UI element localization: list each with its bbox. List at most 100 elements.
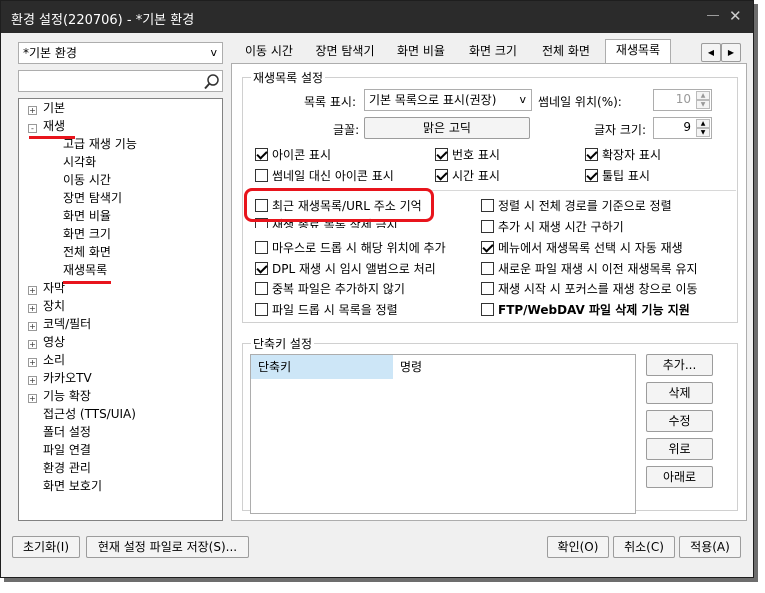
tab-scroll-right-icon[interactable]: ▶: [721, 43, 741, 62]
checkbox-box[interactable]: [481, 241, 494, 254]
checkbox-keep-previous[interactable]: 새로운 파일 재생 시 이전 재생목록 유지: [481, 260, 698, 278]
checkbox-box[interactable]: [435, 148, 448, 161]
chevron-up-icon[interactable]: ▲: [696, 119, 710, 128]
delete-button[interactable]: 삭제: [646, 382, 713, 404]
apply-button[interactable]: 적용(A): [679, 536, 741, 558]
font-button[interactable]: 맑은 고딕: [364, 117, 530, 139]
thumb-pos-stepper[interactable]: 10 ▲ ▼: [653, 89, 712, 111]
tab-aspect-ratio[interactable]: 화면 비율: [385, 41, 457, 63]
save-as-button[interactable]: 현재 설정 파일로 저장(S)...: [86, 536, 249, 558]
chevron-down-icon[interactable]: ▼: [696, 100, 710, 109]
tree-item-extensions[interactable]: 기능 확장: [43, 387, 91, 405]
tree-item-folder-settings[interactable]: 폴더 설정: [43, 423, 91, 441]
tree-item-basic[interactable]: 기본: [43, 99, 65, 117]
checkbox-box[interactable]: [481, 220, 494, 233]
checkbox-show-time[interactable]: 시간 표시: [435, 167, 500, 185]
search-icon[interactable]: [203, 73, 221, 91]
checkbox-focus-on-start[interactable]: 재생 시작 시 포커스를 재생 창으로 이동: [481, 280, 698, 298]
tree-item-accessibility[interactable]: 접근성 (TTS/UIA): [43, 405, 136, 423]
tab-screen-size[interactable]: 화면 크기: [457, 41, 529, 63]
expand-icon[interactable]: +: [28, 394, 37, 403]
checkbox-sort-on-drop[interactable]: 파일 드롭 시 목록을 정렬: [255, 301, 398, 319]
checkbox-box[interactable]: [255, 241, 268, 254]
checkbox-label: 확장자 표시: [602, 148, 662, 162]
tree-item-visualization[interactable]: 시각화: [63, 153, 96, 171]
display-combo[interactable]: 기본 목록으로 표시(권장) v: [364, 89, 532, 111]
tree-item-device[interactable]: 장치: [43, 297, 65, 315]
checkbox-icon-instead-thumb[interactable]: 썸네일 대신 아이콘 표시: [255, 167, 394, 185]
tab-playlist[interactable]: 재생목록: [605, 39, 671, 63]
checkbox-box[interactable]: [481, 282, 494, 295]
shortcut-list[interactable]: 단축키 명령: [250, 354, 636, 514]
expand-icon[interactable]: +: [28, 286, 37, 295]
title-bar[interactable]: 환경 설정(220706) - *기본 환경 ― ✕: [1, 1, 753, 33]
search-input[interactable]: [18, 70, 223, 92]
expand-icon[interactable]: +: [28, 106, 37, 115]
settings-tree[interactable]: + 기본 - 재생 고급 재생 기능 시각화 이동 시간 장면 탐색기 화면 비…: [18, 98, 223, 521]
checkbox-show-extension[interactable]: 확장자 표시: [585, 146, 661, 164]
checkbox-box[interactable]: [255, 262, 268, 275]
checkbox-box[interactable]: [481, 303, 494, 316]
tab-scroll-left-icon[interactable]: ◀: [701, 43, 721, 62]
tree-item-playback[interactable]: 재생: [43, 117, 65, 135]
chevron-up-icon[interactable]: ▲: [696, 91, 710, 100]
expand-icon[interactable]: +: [28, 376, 37, 385]
tree-item-audio[interactable]: 소리: [43, 351, 65, 369]
checkbox-drop-at-position[interactable]: 마우스로 드롭 시 해당 위치에 추가: [255, 239, 446, 257]
tree-item-subtitles[interactable]: 자막: [43, 279, 65, 297]
chevron-down-icon[interactable]: ▼: [696, 128, 710, 137]
tree-item-fullscreen[interactable]: 전체 화면: [63, 243, 111, 261]
cancel-button[interactable]: 취소(C): [613, 536, 675, 558]
preset-combo[interactable]: *기본 환경 v: [18, 42, 223, 64]
checkbox-sort-full-path[interactable]: 정렬 시 전체 경로를 기준으로 정렬: [481, 197, 672, 215]
tab-scene-explorer[interactable]: 장면 탐색기: [305, 41, 385, 63]
checkbox-calc-duration[interactable]: 추가 시 재생 시간 구하기: [481, 218, 624, 236]
pin-icon[interactable]: ―: [707, 8, 723, 24]
checkbox-box[interactable]: [585, 148, 598, 161]
checkbox-no-duplicates[interactable]: 중복 파일은 추가하지 않기: [255, 280, 405, 298]
tree-item-kakaotv[interactable]: 카카오TV: [43, 369, 92, 387]
column-header-shortcut[interactable]: 단축키: [251, 355, 393, 379]
tree-item-scene-explorer[interactable]: 장면 탐색기: [63, 189, 122, 207]
tree-item-playlist[interactable]: 재생목록: [63, 261, 107, 279]
tree-item-codec-filter[interactable]: 코덱/필터: [43, 315, 91, 333]
column-header-command[interactable]: 명령: [396, 355, 634, 379]
expand-icon[interactable]: +: [28, 340, 37, 349]
checkbox-box[interactable]: [255, 303, 268, 316]
tree-item-seek-time[interactable]: 이동 시간: [63, 171, 111, 189]
expand-icon[interactable]: +: [28, 358, 37, 367]
move-down-button[interactable]: 아래로: [646, 466, 713, 488]
checkbox-autoplay-menu[interactable]: 메뉴에서 재생목록 선택 시 자동 재생: [481, 239, 683, 257]
checkbox-dpl-temp-album[interactable]: DPL 재생 시 임시 앨범으로 처리: [255, 260, 436, 278]
tab-fullscreen[interactable]: 전체 화면: [529, 41, 603, 63]
ok-button[interactable]: 확인(O): [547, 536, 609, 558]
font-size-stepper[interactable]: 9 ▲ ▼: [653, 117, 712, 139]
annotation-underline: [63, 281, 111, 284]
tree-item-screen-size[interactable]: 화면 크기: [63, 225, 111, 243]
checkbox-box[interactable]: [481, 262, 494, 275]
checkbox-ftp-webdav-delete[interactable]: FTP/WebDAV 파일 삭제 기능 지원: [481, 301, 690, 319]
checkbox-box[interactable]: [255, 148, 268, 161]
tree-item-config-management[interactable]: 환경 관리: [43, 459, 91, 477]
checkbox-box[interactable]: [255, 169, 268, 182]
checkbox-box[interactable]: [435, 169, 448, 182]
edit-button[interactable]: 수정: [646, 410, 713, 432]
expand-icon[interactable]: +: [28, 304, 37, 313]
checkbox-box[interactable]: [481, 199, 494, 212]
expand-icon[interactable]: +: [28, 322, 37, 331]
checkbox-show-icon[interactable]: 아이콘 표시: [255, 146, 331, 164]
reset-button[interactable]: 초기화(I): [12, 536, 80, 558]
tree-item-video[interactable]: 영상: [43, 333, 65, 351]
checkbox-box[interactable]: [255, 282, 268, 295]
add-button[interactable]: 추가...: [646, 354, 713, 376]
collapse-icon[interactable]: -: [28, 124, 37, 133]
tree-item-screensaver[interactable]: 화면 보호기: [43, 477, 102, 495]
checkbox-box[interactable]: [585, 169, 598, 182]
checkbox-show-number[interactable]: 번호 표시: [435, 146, 500, 164]
tab-seek-time[interactable]: 이동 시간: [233, 41, 305, 63]
tree-item-aspect-ratio[interactable]: 화면 비율: [63, 207, 111, 225]
close-icon[interactable]: ✕: [729, 7, 747, 25]
checkbox-show-tooltip[interactable]: 툴팁 표시: [585, 167, 650, 185]
move-up-button[interactable]: 위로: [646, 438, 713, 460]
tree-item-file-association[interactable]: 파일 연결: [43, 441, 91, 459]
